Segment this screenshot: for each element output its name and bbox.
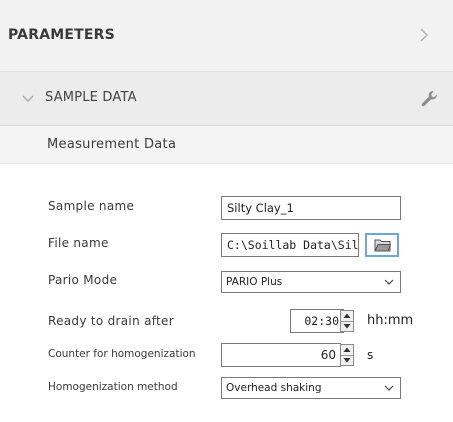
ready-to-drain-spinner[interactable] [340, 310, 354, 332]
parameters-header[interactable]: PARAMETERS [0, 0, 453, 72]
counter-label: Counter for homogenization [48, 348, 196, 360]
pario-mode-value: PARIO Plus [226, 276, 283, 288]
arrow-up-icon [343, 313, 351, 318]
chevron-down-icon[interactable] [22, 94, 34, 104]
homogenization-method-label: Homogenization method [48, 381, 178, 393]
pario-mode-select[interactable]: PARIO Plus [221, 271, 401, 293]
folder-icon [374, 239, 391, 252]
panel-title: PARAMETERS [8, 27, 115, 43]
counter-input[interactable]: 60 [221, 343, 341, 367]
wrench-icon[interactable] [419, 89, 439, 109]
subsection-title: Measurement Data [47, 137, 177, 152]
sample-name-input[interactable]: Silty Clay_1 [221, 196, 401, 220]
ready-to-drain-unit: hh:mm [367, 313, 414, 328]
homogenization-method-select[interactable]: Overhead shaking [221, 377, 401, 399]
measurement-data-subsection: Measurement Data [0, 126, 453, 164]
browse-button[interactable] [365, 233, 399, 257]
sample-data-section[interactable]: SAMPLE DATA [0, 72, 453, 126]
spinner-down-button[interactable] [341, 321, 353, 331]
arrow-down-icon [343, 324, 351, 329]
sample-name-label: Sample name [48, 199, 135, 213]
section-title: SAMPLE DATA [45, 90, 137, 105]
file-name-label: File name [48, 236, 109, 250]
arrow-down-icon [343, 358, 351, 363]
ready-to-drain-input[interactable]: 02:30 [290, 309, 344, 333]
spinner-down-button[interactable] [341, 355, 353, 365]
chevron-right-icon[interactable] [417, 26, 431, 44]
counter-spinner[interactable] [340, 344, 354, 366]
chevron-down-icon [384, 385, 394, 391]
chevron-down-icon [384, 279, 394, 285]
file-name-input[interactable]: C:\Soillab Data\Silty Clay_1 [221, 233, 359, 257]
counter-unit: s [367, 348, 374, 362]
pario-mode-label: Pario Mode [48, 273, 118, 287]
ready-to-drain-label: Ready to drain after [48, 314, 174, 328]
homogenization-method-value: Overhead shaking [226, 382, 322, 394]
arrow-up-icon [343, 347, 351, 352]
